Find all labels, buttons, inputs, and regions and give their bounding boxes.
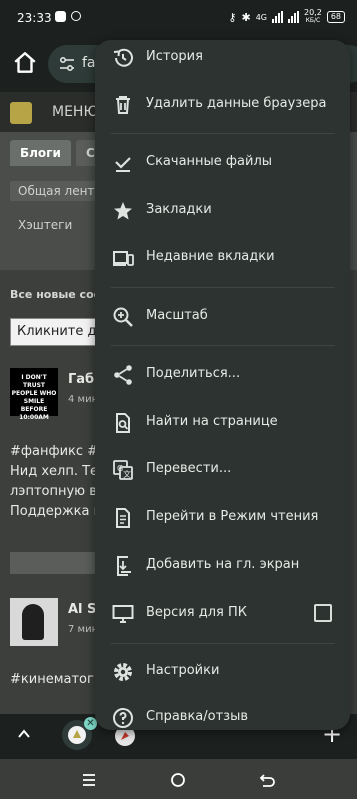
- menu-item-label: Добавить на гл. экран: [146, 557, 300, 572]
- data-speed-unit: КБ/С: [305, 17, 321, 24]
- add-to-home-icon: [117, 556, 131, 576]
- data-speed: 20,2: [304, 8, 322, 17]
- post-avatar[interactable]: I DON'T TRUST PEOPLE WHO SMILE BEFORE 10…: [10, 368, 58, 421]
- menu-item-label: Скачанные файлы: [146, 154, 273, 169]
- help-icon: [113, 708, 133, 728]
- desktop-site-checkbox[interactable]: [314, 604, 332, 622]
- post-time: 4 мин: [68, 394, 99, 405]
- menu-item-label: Настройки: [146, 663, 220, 678]
- signal-icon: [272, 11, 283, 23]
- menu-item-label: Закладки: [146, 202, 212, 217]
- page-info-icon[interactable]: [58, 56, 76, 72]
- menu-item-label: Масштаб: [146, 308, 208, 323]
- notification-icons: [55, 11, 81, 22]
- menu-item-label: Недавние вкладки: [146, 249, 275, 264]
- hashtags-link[interactable]: Хэштеги: [18, 218, 72, 232]
- zoom-in-icon: [113, 307, 133, 327]
- recent-apps-icon[interactable]: [78, 769, 100, 791]
- post-avatar[interactable]: [10, 598, 58, 646]
- menu-item-share[interactable]: Поделиться...: [95, 355, 350, 395]
- status-right: ⚷ ✱ 4G 20,2 КБ/С 68: [228, 9, 345, 25]
- menu-item-recent-tabs[interactable]: Недавние вкладки: [95, 238, 350, 278]
- network-type: 4G: [255, 12, 267, 22]
- app-notification-icon: [55, 11, 66, 22]
- menu-item-label: Найти на странице: [146, 414, 278, 429]
- home-icon[interactable]: [12, 50, 38, 76]
- chevron-up-icon[interactable]: [16, 726, 32, 742]
- trash-icon: [116, 96, 130, 114]
- overflow-menu: История Удалить данные браузера Скачанны…: [95, 40, 350, 730]
- signal-2-icon: [288, 11, 299, 23]
- reading-mode-icon: [116, 508, 130, 528]
- translate-icon: G 文: [113, 460, 133, 480]
- key-icon: ⚷: [228, 10, 237, 24]
- menu-item-downloads[interactable]: Скачанные файлы: [95, 143, 350, 183]
- post-time: 7 мин: [68, 624, 99, 635]
- bluetooth-icon: ✱: [241, 10, 251, 24]
- devices-icon: [113, 251, 134, 266]
- back-nav-icon[interactable]: [256, 769, 278, 791]
- status-time: 23:33: [17, 11, 52, 25]
- menu-divider: [111, 287, 335, 288]
- menu-item-clear-browsing-data[interactable]: Удалить данные браузера: [95, 85, 350, 125]
- menu-item-label: Справка/отзыв: [146, 709, 249, 724]
- vpn-shield-icon: [71, 11, 81, 21]
- battery-level: 68: [326, 11, 345, 23]
- site-menu-label[interactable]: МЕНЮ: [52, 104, 99, 120]
- menu-item-reading-mode[interactable]: Перейти в Режим чтения: [95, 498, 350, 538]
- menu-item-translate[interactable]: G 文 Перевести...: [95, 450, 350, 490]
- find-in-page-icon: [116, 413, 130, 433]
- site-logo[interactable]: [10, 102, 32, 124]
- menu-item-help-feedback[interactable]: Справка/отзыв: [95, 698, 350, 730]
- gear-icon: [114, 663, 132, 681]
- menu-item-label: Удалить данные браузера: [146, 96, 327, 111]
- menu-item-settings[interactable]: Настройки: [95, 652, 350, 692]
- menu-item-add-to-home-screen[interactable]: Добавить на гл. экран: [95, 546, 350, 586]
- menu-item-find-in-page[interactable]: Найти на странице: [95, 403, 350, 443]
- star-icon: [114, 202, 132, 220]
- menu-divider: [111, 345, 335, 346]
- menu-divider: [111, 133, 335, 134]
- desktop-icon: [112, 605, 134, 623]
- share-icon: [114, 365, 132, 385]
- menu-item-bookmarks[interactable]: Закладки: [95, 191, 350, 231]
- menu-item-label: Перейти в Режим чтения: [146, 509, 319, 524]
- menu-item-desktop-site[interactable]: Версия для ПК: [95, 594, 350, 634]
- home-nav-icon[interactable]: [167, 769, 189, 791]
- menu-item-label: Версия для ПК: [146, 605, 247, 620]
- menu-item-label: Поделиться...: [146, 366, 241, 381]
- svg-text:文: 文: [123, 469, 131, 479]
- system-navigation-bar: [0, 759, 357, 799]
- menu-item-history[interactable]: История: [95, 40, 350, 78]
- history-icon: [113, 48, 133, 67]
- menu-item-zoom[interactable]: Масштаб: [95, 297, 350, 337]
- menu-item-label: Перевести...: [146, 461, 232, 476]
- menu-divider: [111, 643, 335, 644]
- tab-blogs[interactable]: Блоги: [10, 140, 71, 166]
- post-tag: #кинематогр: [10, 672, 103, 687]
- download-check-icon: [115, 157, 131, 172]
- status-bar: 23:33 ⚷ ✱ 4G 20,2 КБ/С 68: [0, 0, 357, 36]
- menu-item-label: История: [146, 49, 203, 64]
